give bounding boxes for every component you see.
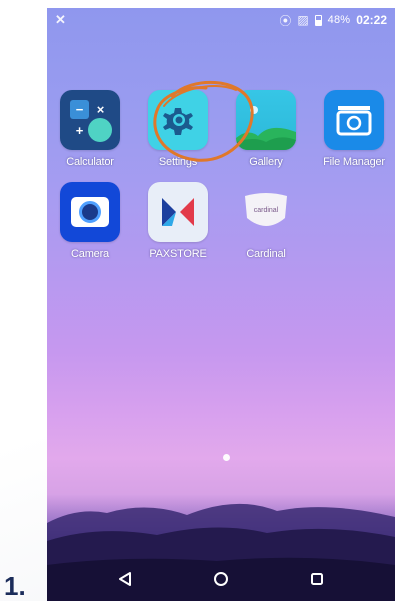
calculator-icon[interactable]: − × +	[60, 90, 120, 150]
cardinal-icon[interactable]: cardinal	[236, 182, 296, 242]
clock: 02:22	[356, 13, 387, 27]
vibrate-icon: ⦿	[279, 13, 292, 28]
app-settings[interactable]: Settings	[135, 90, 221, 168]
app-label-cardinal: Cardinal	[246, 248, 286, 260]
app-paxstore[interactable]: PAXSTORE	[135, 182, 221, 260]
app-calculator[interactable]: − × + Calculator	[47, 90, 133, 168]
navigation-bar	[47, 557, 395, 601]
notification-icon: ✕	[55, 12, 66, 27]
app-label-camera: Camera	[71, 248, 109, 260]
recents-button[interactable]	[297, 559, 337, 599]
home-button[interactable]	[201, 559, 241, 599]
no-sim-icon: ▨	[297, 13, 309, 27]
status-icons: ⦿ ▨ 48% 02:22	[279, 12, 387, 29]
app-label-gallery: Gallery	[249, 156, 283, 168]
back-button[interactable]	[105, 559, 145, 599]
back-triangle-icon	[119, 572, 131, 586]
recents-square-icon	[311, 573, 323, 585]
step-number-label: 1.	[4, 571, 26, 601]
cardinal-icon-text: cardinal	[254, 207, 279, 214]
gallery-icon[interactable]	[236, 90, 296, 150]
app-label-settings: Settings	[158, 156, 198, 168]
gear-icon[interactable]	[148, 90, 208, 150]
app-camera[interactable]: Camera	[47, 182, 133, 260]
phone-home-screen: ✕ ⦿ ▨ 48% 02:22 − × + Calculator Setting…	[47, 8, 395, 601]
tutorial-page: ✕ ⦿ ▨ 48% 02:22 − × + Calculator Setting…	[0, 0, 395, 601]
app-cardinal[interactable]: cardinal Cardinal	[223, 182, 309, 260]
app-gallery[interactable]: Gallery	[223, 90, 309, 168]
app-file-manager[interactable]: File Manager	[311, 90, 395, 168]
app-label-calculator: Calculator	[66, 156, 114, 168]
home-circle-icon	[214, 572, 228, 586]
status-bar: ✕ ⦿ ▨ 48% 02:22	[47, 8, 395, 32]
paxstore-icon[interactable]	[148, 182, 208, 242]
file-manager-icon[interactable]	[324, 90, 384, 150]
battery-percent: 48%	[327, 14, 351, 26]
battery-icon	[314, 14, 322, 26]
camera-icon[interactable]	[60, 182, 120, 242]
page-indicator	[223, 454, 230, 461]
app-label-file-manager: File Manager	[323, 156, 385, 168]
app-label-paxstore: PAXSTORE	[149, 248, 207, 260]
